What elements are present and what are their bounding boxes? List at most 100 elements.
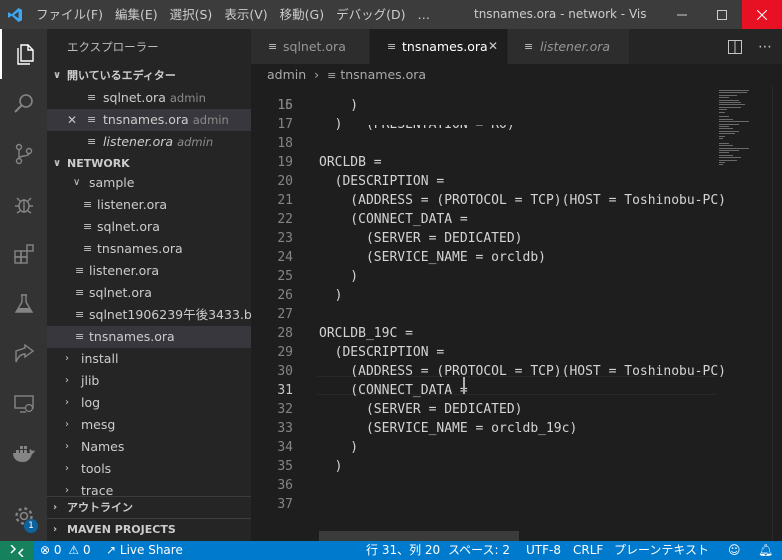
warning-icon: ⚠ [68,543,80,557]
menu-edit[interactable]: 編集(E) [109,0,164,29]
open-editor-sqlnet[interactable]: ≡ sqlnet.ora admin [47,87,251,109]
feedback-smiley-icon[interactable]: ☺ [728,541,741,560]
minimap-line [719,147,749,149]
chevron-right-icon: › [53,524,58,535]
live-share-icon: ↗ [106,543,117,557]
minimap[interactable] [717,86,772,186]
tree-file-listener[interactable]: ≡ listener.ora [47,260,251,282]
open-editors-header[interactable]: ∨ 開いているエディター [47,65,251,87]
code-line: 30 (ADDRESS = (PROTOCOL = TCP)(HOST = To… [251,362,726,381]
menu-go[interactable]: 移動(G) [274,0,330,29]
search-icon[interactable] [0,79,47,129]
tab-sqlnet[interactable]: ≡ sqlnet.ora [251,29,370,64]
chevron-right-icon: › [65,441,69,452]
breadcrumb: admin › ≡ tnsnames.ora [251,64,782,86]
error-icon: ⊗ [40,543,51,557]
live-share-icon[interactable] [0,329,47,379]
horizontal-scrollbar[interactable] [319,531,519,541]
line-number: 17 [277,117,293,132]
indentation[interactable]: スペース: 2 [448,541,510,560]
line-number: 31 [277,383,293,398]
tree-folder-jlib[interactable]: › jlib [47,370,251,392]
menu-file[interactable]: ファイル(F) [30,0,109,29]
minimap-line [719,142,729,144]
line-number: 23 [277,231,293,246]
extensions-icon[interactable] [0,229,47,279]
remote-explorer-icon[interactable] [0,379,47,429]
language-mode[interactable]: プレーンテキスト [614,541,709,560]
notifications-bell-icon[interactable]: 🔔︎ [758,541,773,560]
menu-view[interactable]: 表示(V) [218,0,273,29]
tree-file-tnsnames[interactable]: ≡ tnsnames.ora [47,326,251,348]
minimap-line [719,116,729,118]
file-lines-icon: ≡ [75,264,85,277]
line-text: ) [319,98,359,113]
debug-icon[interactable] [0,179,47,229]
tree-file-sqlnet[interactable]: ≡ sqlnet.ora [47,282,251,304]
open-editor-listener[interactable]: ≡ listener.ora admin [47,131,251,153]
tree-file-sample-tnsnames[interactable]: ≡ tnsnames.ora [47,238,251,260]
line-text: (SERVER = DEDICATED) [319,402,523,417]
line-ending[interactable]: CRLF [573,541,603,560]
tree-folder-names[interactable]: › Names [47,436,251,458]
test-flask-icon[interactable] [0,279,47,329]
tree-folder-tools[interactable]: › tools [47,458,251,480]
tab-tnsnames[interactable]: ≡ tnsnames.ora ✕ [370,29,508,64]
code-editor[interactable]: 15 (PRESENTATION = RO) 16 ) 17 ) 18 19 ORCLD… [251,86,782,541]
status-bar: ⊗ 0 ⚠ 0 ↗ Live Share 行 31、列 20 スペース: 2 U… [0,541,782,560]
file-lines-icon: ≡ [75,308,85,321]
menu-selection[interactable]: 選択(S) [164,0,219,29]
minimap-line [719,109,727,111]
explorer-icon[interactable] [0,29,47,79]
remote-indicator-icon[interactable] [0,541,34,560]
line-number: 16 [277,98,293,113]
tree-folder-mesg[interactable]: › mesg [47,414,251,436]
close-icon[interactable]: ✕ [67,109,77,131]
tree-file-sqlnet-bak[interactable]: ≡ sqlnet1906239午後3433.bak [47,304,251,326]
problems-indicator[interactable]: ⊗ 0 ⚠ 0 [40,541,91,560]
tab-listener[interactable]: ≡ listener.ora [508,29,630,64]
maven-projects-header[interactable]: › MAVEN PROJECTS [47,519,251,541]
line-number: 24 [277,250,293,265]
outline-header[interactable]: › アウトライン [47,497,251,519]
tree-file-sample-listener[interactable]: ≡ listener.ora [47,194,251,216]
live-share-status[interactable]: ↗ Live Share [106,541,183,560]
file-lines-icon: ≡ [83,220,93,233]
tree-file-sample-sqlnet[interactable]: ≡ sqlnet.ora [47,216,251,238]
minimize-button[interactable] [662,0,702,29]
menu-debug[interactable]: デバッグ(D) [330,0,411,29]
close-window-button[interactable] [742,0,782,29]
menu-more[interactable]: … [411,0,436,29]
minimap-line [719,157,741,159]
maximize-button[interactable] [702,0,742,29]
minimap-line [719,162,725,163]
breadcrumb-folder[interactable]: admin [267,67,306,82]
minimap-line [719,94,737,96]
open-editor-tnsnames[interactable]: ✕ ≡ tnsnames.ora admin [47,109,251,131]
docker-icon[interactable] [0,429,47,479]
encoding[interactable]: UTF-8 [526,541,561,560]
code-line: 19 ORCLDB = [251,153,721,172]
more-actions-icon[interactable]: ⋯ [753,29,777,64]
tree-folder-sample[interactable]: ∨ sample [47,172,251,194]
chevron-down-icon: ∨ [53,70,62,81]
breadcrumb-file[interactable]: tnsnames.ora [340,67,426,82]
source-control-icon[interactable] [0,129,47,179]
line-text: ) [319,117,343,132]
settings-gear-icon[interactable]: 1 [0,491,47,541]
file-lines-icon: ≡ [327,69,337,82]
line-number: 25 [277,269,293,284]
tree-folder-install[interactable]: › install [47,348,251,370]
line-text: ) [319,459,343,474]
code-line: 28 ORCLDB_19C = [251,324,721,343]
settings-badge: 1 [24,519,38,533]
file-lines-icon: ≡ [524,40,534,53]
split-editor-icon[interactable] [723,29,747,64]
tree-folder-log[interactable]: › log [47,392,251,414]
cursor-position[interactable]: 行 31、列 20 [366,541,440,560]
minimap-line [719,145,733,147]
file-lines-icon: ≡ [83,242,93,255]
vertical-scrollbar[interactable] [772,86,782,541]
close-tab-icon[interactable]: ✕ [488,29,498,64]
line-number: 19 [277,155,293,170]
